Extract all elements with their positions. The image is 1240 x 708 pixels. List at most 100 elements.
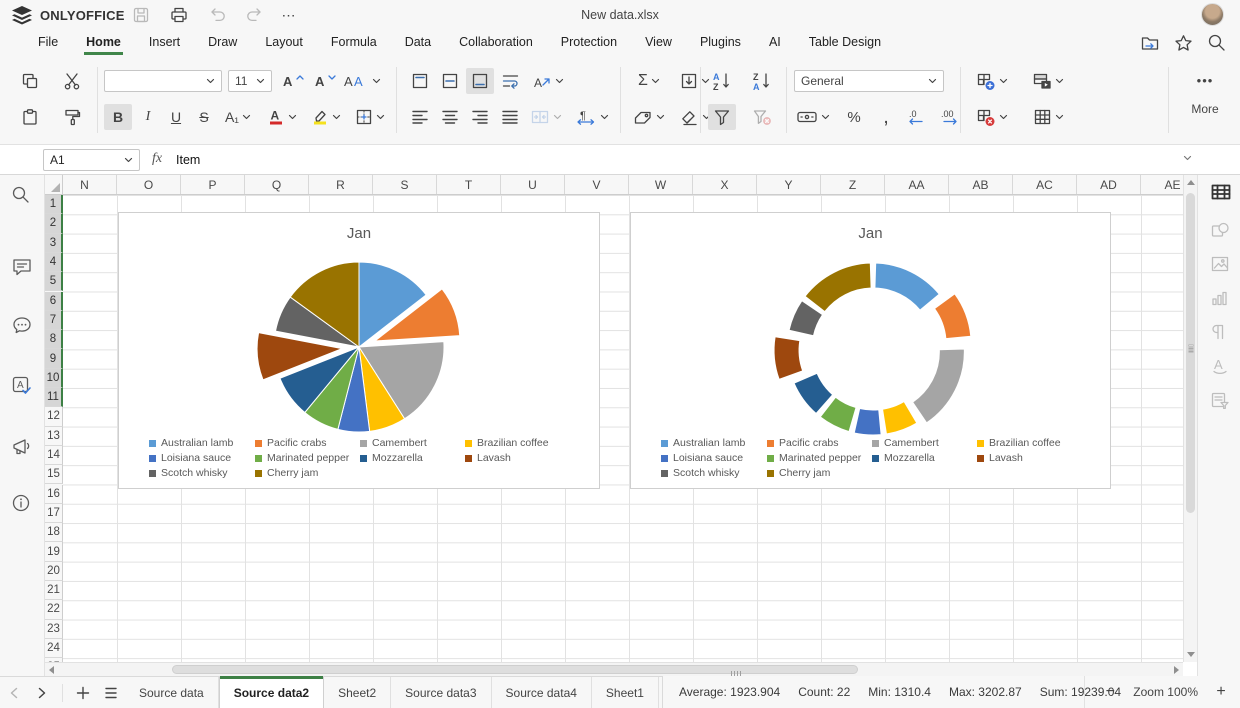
- comma-style-button[interactable]: ,: [872, 104, 900, 130]
- row-header-9[interactable]: 9: [45, 349, 63, 369]
- column-header-AA[interactable]: AA: [885, 175, 949, 194]
- menu-tab-collaboration[interactable]: Collaboration: [445, 31, 547, 54]
- percent-style-button[interactable]: %: [840, 104, 868, 130]
- row-header-2[interactable]: 2: [45, 214, 63, 234]
- cell-name-box[interactable]: A1: [43, 149, 140, 171]
- decrease-font-size-button[interactable]: A: [310, 68, 340, 94]
- row-header-23[interactable]: 23: [45, 619, 63, 639]
- column-header-Q[interactable]: Q: [245, 175, 309, 194]
- paragraph-settings-icon[interactable]: [1210, 323, 1226, 341]
- sheet-tab-source-data2[interactable]: Source data2: [218, 676, 325, 708]
- row-header-14[interactable]: 14: [45, 445, 63, 466]
- column-header-U[interactable]: U: [501, 175, 565, 194]
- menu-tab-view[interactable]: View: [631, 31, 686, 54]
- row-header-20[interactable]: 20: [45, 561, 63, 581]
- font-color-button[interactable]: A: [262, 104, 302, 130]
- font-name-select[interactable]: [104, 70, 222, 92]
- format-painter-button[interactable]: [58, 104, 86, 130]
- row-header-5[interactable]: 5: [45, 272, 63, 292]
- chart-settings-icon[interactable]: [1210, 289, 1228, 307]
- shape-settings-icon[interactable]: [1210, 221, 1230, 239]
- column-header-S[interactable]: S: [373, 175, 437, 194]
- column-header-AD[interactable]: AD: [1077, 175, 1141, 194]
- row-header-11[interactable]: 11: [45, 388, 63, 408]
- italic-button[interactable]: I: [134, 104, 162, 130]
- conditional-formatting-button[interactable]: [1028, 68, 1068, 94]
- paste-button[interactable]: [16, 104, 44, 130]
- row-header-17[interactable]: 17: [45, 503, 63, 524]
- row-header-21[interactable]: 21: [45, 581, 63, 601]
- zoom-in-button[interactable]: +: [1212, 683, 1230, 701]
- spellcheck-icon[interactable]: A: [11, 375, 33, 395]
- add-sheet-button[interactable]: [69, 677, 97, 708]
- sort-ascending-button[interactable]: AZ: [708, 68, 736, 94]
- row-header-10[interactable]: 10: [45, 368, 63, 388]
- menu-tab-data[interactable]: Data: [391, 31, 445, 54]
- menu-tab-formula[interactable]: Formula: [317, 31, 391, 54]
- menu-tab-draw[interactable]: Draw: [194, 31, 251, 54]
- print-button[interactable]: [166, 4, 192, 26]
- filter-button[interactable]: [708, 104, 736, 130]
- next-sheet-button[interactable]: [28, 677, 56, 708]
- subscript-button[interactable]: A₁: [218, 104, 258, 130]
- row-header-4[interactable]: 4: [45, 252, 63, 273]
- zoom-out-button[interactable]: −: [1101, 683, 1119, 701]
- column-header-W[interactable]: W: [629, 175, 693, 194]
- row-header-15[interactable]: 15: [45, 465, 63, 485]
- quick-access-more-button[interactable]: ⋯: [276, 4, 302, 26]
- column-header-AE[interactable]: AE: [1141, 175, 1183, 194]
- autosum-button[interactable]: Σ: [630, 68, 668, 94]
- avatar[interactable]: [1201, 3, 1224, 26]
- orientation-button[interactable]: A: [528, 68, 568, 94]
- row-header-1[interactable]: 1: [45, 195, 63, 215]
- menu-tab-insert[interactable]: Insert: [135, 31, 194, 54]
- number-format-select[interactable]: General: [794, 70, 944, 92]
- clear-filter-button[interactable]: [748, 104, 776, 130]
- scroll-left-arrow[interactable]: [49, 666, 54, 674]
- search-icon[interactable]: [11, 185, 30, 204]
- select-all-corner[interactable]: [45, 175, 63, 195]
- sort-descending-button[interactable]: ZA: [748, 68, 776, 94]
- comments-icon[interactable]: [11, 257, 33, 277]
- insert-cells-button[interactable]: [972, 68, 1012, 94]
- underline-button[interactable]: U: [162, 104, 190, 130]
- expand-formula-bar-icon[interactable]: [1183, 155, 1192, 161]
- row-header-12[interactable]: 12: [45, 407, 63, 427]
- text-indent-button[interactable]: ¶: [570, 104, 614, 130]
- align-center-button[interactable]: [436, 104, 464, 130]
- doughnut-chart[interactable]: Jan Australian lamb Pacific crabs Camembert…: [630, 212, 1111, 489]
- menu-tab-plugins[interactable]: Plugins: [686, 31, 755, 54]
- sheet-tab-source-data[interactable]: Source data: [125, 677, 219, 708]
- strikethrough-button[interactable]: S: [190, 104, 218, 130]
- sheet-tab-sheet2[interactable]: Sheet2: [324, 677, 392, 708]
- align-right-button[interactable]: [466, 104, 494, 130]
- column-header-Z[interactable]: Z: [821, 175, 885, 194]
- menu-tab-table-design[interactable]: Table Design: [795, 31, 895, 54]
- save-button[interactable]: [128, 4, 154, 26]
- vertical-scroll-thumb[interactable]: [1186, 193, 1195, 513]
- undo-button[interactable]: [204, 4, 230, 26]
- sheet-tab-sheet1[interactable]: Sheet1: [592, 677, 659, 708]
- sheet-tab-source-data3[interactable]: Source data3: [391, 677, 492, 708]
- wrap-text-button[interactable]: [496, 68, 524, 94]
- scroll-up-arrow[interactable]: [1187, 180, 1195, 185]
- change-case-button[interactable]: AA: [342, 68, 382, 94]
- pie-chart[interactable]: Jan Australian lamb Pacific crabs Camembert…: [118, 212, 600, 489]
- row-header-24[interactable]: 24: [45, 638, 63, 659]
- menu-tab-file[interactable]: File: [24, 31, 72, 54]
- align-bottom-button[interactable]: [466, 68, 494, 94]
- delete-cells-button[interactable]: [972, 104, 1012, 130]
- feedback-icon[interactable]: [11, 437, 34, 457]
- row-header-7[interactable]: 7: [45, 310, 63, 331]
- menu-tab-home[interactable]: Home: [72, 31, 135, 55]
- scroll-down-arrow[interactable]: [1187, 652, 1195, 657]
- align-middle-button[interactable]: [436, 68, 464, 94]
- align-top-button[interactable]: [406, 68, 434, 94]
- row-header-19[interactable]: 19: [45, 542, 63, 562]
- table-settings-icon[interactable]: [1210, 183, 1232, 201]
- sheet-list-button[interactable]: [97, 677, 125, 708]
- bold-button[interactable]: B: [104, 104, 132, 130]
- cut-button[interactable]: [58, 68, 86, 94]
- about-icon[interactable]: [11, 493, 31, 513]
- sheet-tab-source-data4[interactable]: Source data4: [492, 677, 592, 708]
